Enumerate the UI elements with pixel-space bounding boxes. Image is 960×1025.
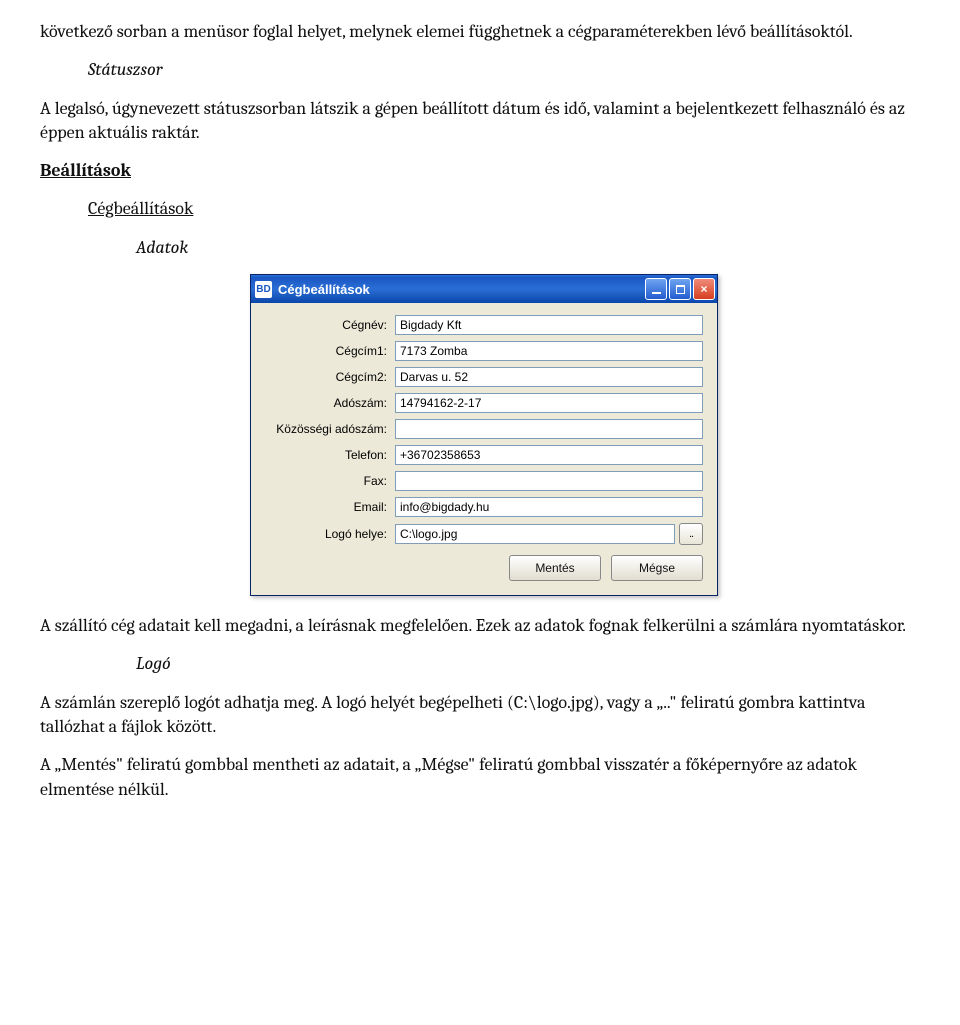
cancel-button[interactable]: Mégse <box>611 555 703 581</box>
label-cegcim1: Cégcím1: <box>265 344 395 358</box>
save-button[interactable]: Mentés <box>509 555 601 581</box>
app-icon: BD <box>255 281 272 298</box>
maximize-button[interactable] <box>669 278 691 300</box>
paragraph-logo-2: A „Mentés" feliratú gombbal mentheti az … <box>40 753 920 802</box>
input-cegcim2[interactable] <box>395 367 703 387</box>
heading-settings: Beállítások <box>40 159 920 183</box>
input-kozadoszam[interactable] <box>395 419 703 439</box>
close-button[interactable]: × <box>693 278 715 300</box>
label-fax: Fax: <box>265 474 395 488</box>
label-cegnev: Cégnév: <box>265 318 395 332</box>
label-email: Email: <box>265 500 395 514</box>
window-title: Cégbeállítások <box>278 282 643 297</box>
label-adoszam: Adószám: <box>265 396 395 410</box>
input-email[interactable] <box>395 497 703 517</box>
input-cegnev[interactable] <box>395 315 703 335</box>
input-adoszam[interactable] <box>395 393 703 413</box>
paragraph-intro: következő sorban a menüsor foglal helyet… <box>40 20 920 44</box>
heading-data: Adatok <box>40 236 920 260</box>
label-logo: Logó helye: <box>265 527 395 541</box>
heading-company-settings: Cégbeállítások <box>40 197 920 221</box>
heading-logo: Logó <box>40 652 920 676</box>
paragraph-after-dialog: A szállító cég adatait kell megadni, a l… <box>40 614 920 638</box>
label-telefon: Telefon: <box>265 448 395 462</box>
input-logo-path[interactable] <box>395 524 675 544</box>
heading-statusbar: Státuszsor <box>40 58 920 82</box>
titlebar[interactable]: BD Cégbeállítások × <box>251 275 717 303</box>
paragraph-statusbar: A legalsó, úgynevezett státuszsorban lát… <box>40 97 920 146</box>
input-cegcim1[interactable] <box>395 341 703 361</box>
label-kozadoszam: Közösségi adószám: <box>265 422 395 436</box>
label-cegcim2: Cégcím2: <box>265 370 395 384</box>
browse-button[interactable]: .. <box>679 523 703 545</box>
paragraph-logo-1: A számlán szereplő logót adhatja meg. A … <box>40 691 920 740</box>
input-fax[interactable] <box>395 471 703 491</box>
input-telefon[interactable] <box>395 445 703 465</box>
dialog-company-settings: BD Cégbeállítások × Cégnév: Cégcím1: Cég… <box>250 274 718 596</box>
minimize-button[interactable] <box>645 278 667 300</box>
